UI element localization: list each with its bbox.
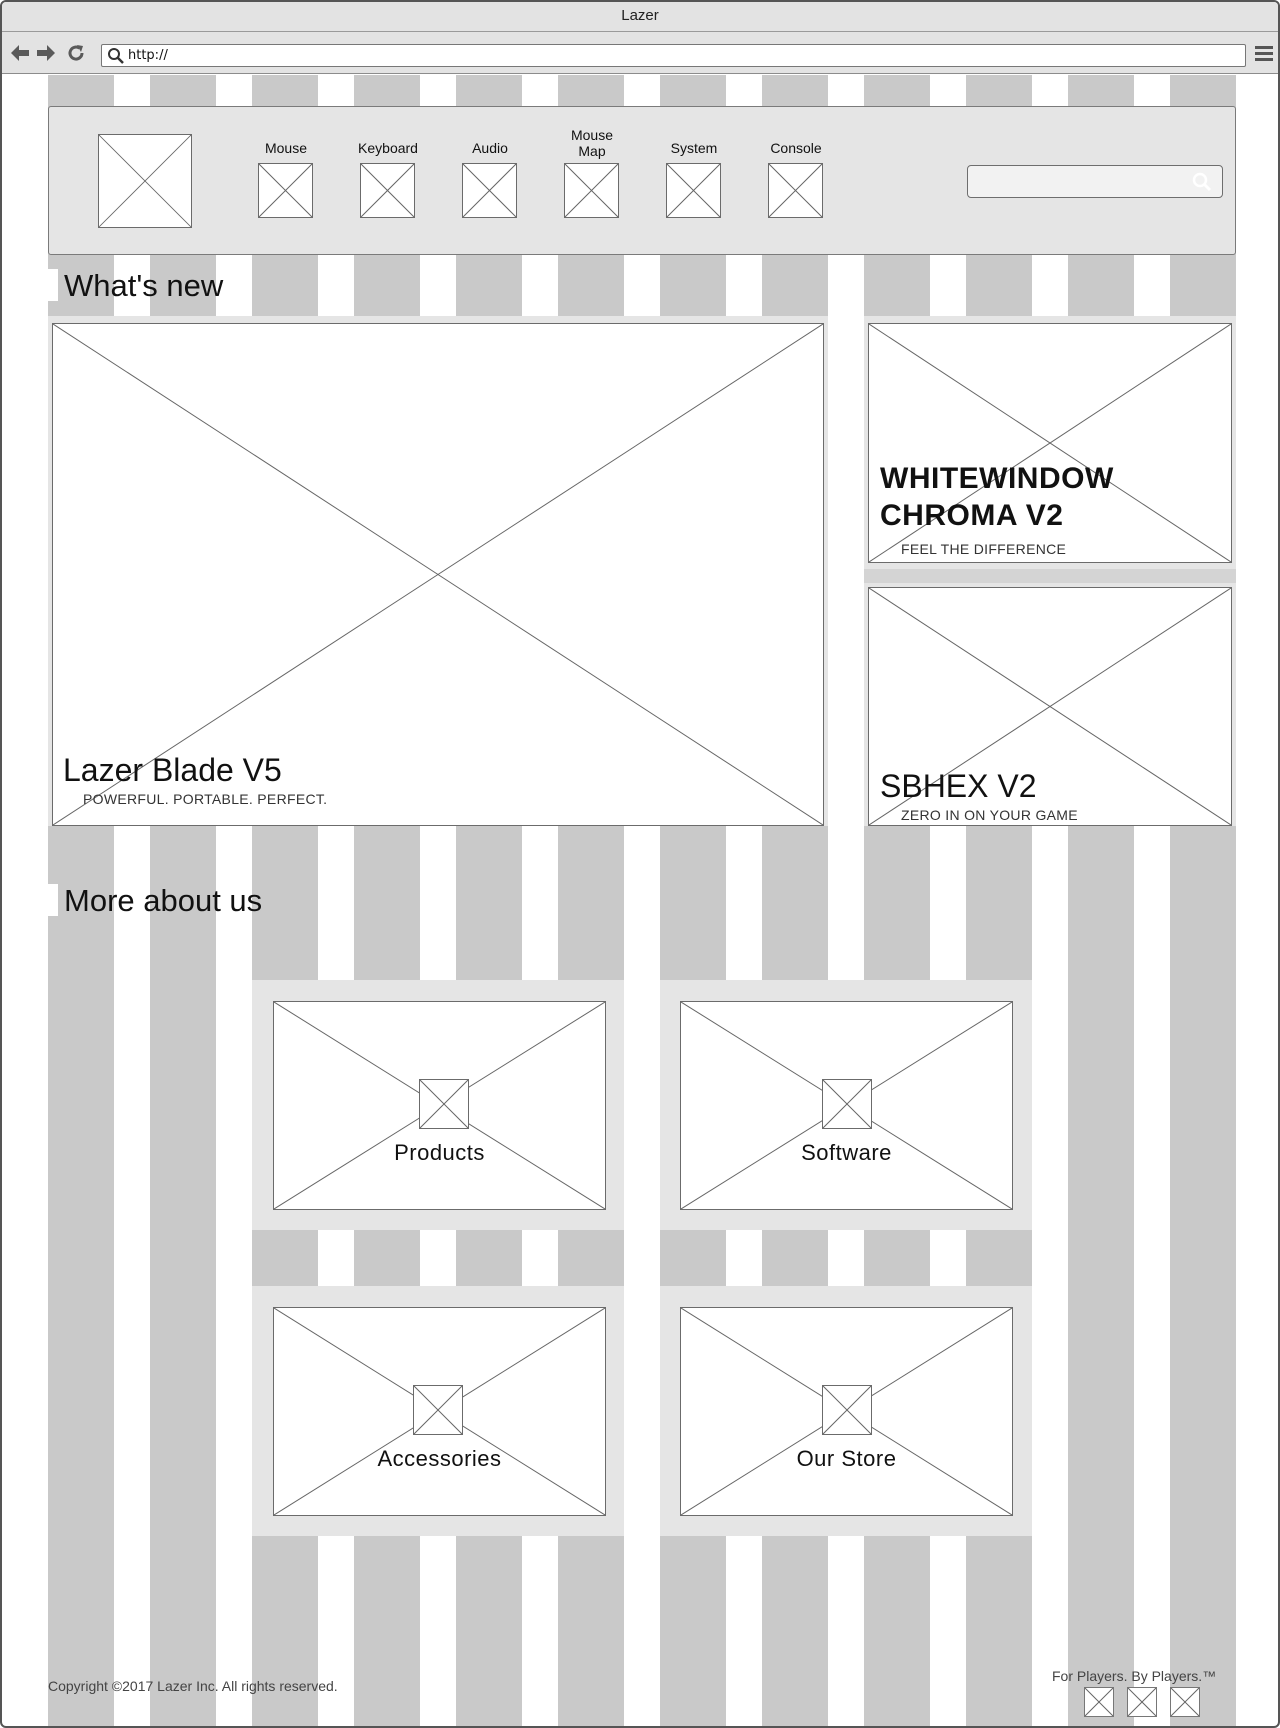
- back-arrow-icon[interactable]: [8, 32, 32, 74]
- tile-label: Products: [394, 1140, 485, 1165]
- tile-label: Accessories: [377, 1446, 502, 1471]
- accessories-icon: [413, 1385, 463, 1435]
- nav-label: Audio: [472, 140, 508, 156]
- footer-copyright: Copyright ©2017 Lazer Inc. All rights re…: [48, 1678, 338, 1694]
- featured-side-gap: [864, 569, 1236, 583]
- page-viewport: Mouse Keyboard Audio Mouse Map System Co…: [2, 75, 1278, 1726]
- browser-window: Lazer http:// Mouse Keyboard Audio Mouse…: [0, 0, 1280, 1728]
- search-icon: [108, 48, 124, 64]
- search-input[interactable]: [967, 165, 1223, 198]
- featured-side-1-title-line2: CHROMA V2: [880, 499, 1064, 532]
- browser-toolbar: http://: [2, 32, 1278, 74]
- footer-tagline: For Players. By Players.™: [1052, 1668, 1217, 1684]
- reload-icon[interactable]: [64, 32, 88, 74]
- social-icon-2[interactable]: [1127, 1687, 1157, 1717]
- section-marker: [48, 269, 58, 301]
- featured-main-card[interactable]: Lazer Blade V5 POWERFUL. PORTABLE. PERFE…: [52, 323, 824, 826]
- tile-label: Our Store: [796, 1446, 897, 1471]
- nav-label: Mouse: [264, 140, 308, 156]
- hamburger-menu-icon[interactable]: [1252, 32, 1276, 74]
- featured-side-1-title-line1: WHITEWINDOW: [880, 462, 1114, 495]
- url-text: http://: [128, 48, 168, 63]
- search-icon[interactable]: [1192, 172, 1212, 192]
- featured-side-1-subtitle: FEEL THE DIFFERENCE: [901, 541, 1067, 557]
- tile-accessories[interactable]: Accessories: [273, 1307, 606, 1516]
- products-icon: [419, 1079, 469, 1129]
- logo[interactable]: [98, 134, 192, 228]
- console-icon: [768, 163, 823, 218]
- window-title: Lazer: [2, 2, 1278, 32]
- social-icon-1[interactable]: [1084, 1687, 1114, 1717]
- software-icon: [822, 1079, 872, 1129]
- featured-main-title: Lazer Blade V5: [63, 752, 282, 788]
- featured-side-2-subtitle: ZERO IN ON YOUR GAME: [901, 807, 1078, 823]
- mouse-icon: [258, 163, 313, 218]
- nav-label: Keyboard: [358, 140, 418, 156]
- featured-side-card-2[interactable]: SBHEX V2 ZERO IN ON YOUR GAME: [868, 587, 1232, 826]
- system-icon: [666, 163, 721, 218]
- nav-label: Mouse Map: [570, 127, 614, 159]
- nav-label: Console: [770, 140, 822, 156]
- featured-side-card-1[interactable]: WHITEWINDOW CHROMA V2 FEEL THE DIFFERENC…: [868, 323, 1232, 563]
- tile-label: Software: [801, 1140, 892, 1165]
- featured-main-subtitle: POWERFUL. PORTABLE. PERFECT.: [83, 791, 328, 807]
- featured-side-2-title: SBHEX V2: [880, 768, 1037, 804]
- nav-label: System: [670, 140, 718, 156]
- tile-software[interactable]: Software: [680, 1001, 1013, 1210]
- forward-arrow-icon[interactable]: [34, 32, 58, 74]
- keyboard-icon: [360, 163, 415, 218]
- section-marker: [48, 884, 58, 916]
- store-icon: [822, 1385, 872, 1435]
- tile-our-store[interactable]: Our Store: [680, 1307, 1013, 1516]
- audio-icon: [462, 163, 517, 218]
- tile-products[interactable]: Products: [273, 1001, 606, 1210]
- social-icon-3[interactable]: [1170, 1687, 1200, 1717]
- more-about-us-heading: More about us: [64, 883, 263, 918]
- whats-new-heading: What's new: [64, 268, 224, 303]
- site-header: Mouse Keyboard Audio Mouse Map System Co…: [48, 106, 1236, 255]
- mouse-map-icon: [564, 163, 619, 218]
- url-bar[interactable]: http://: [101, 44, 1246, 67]
